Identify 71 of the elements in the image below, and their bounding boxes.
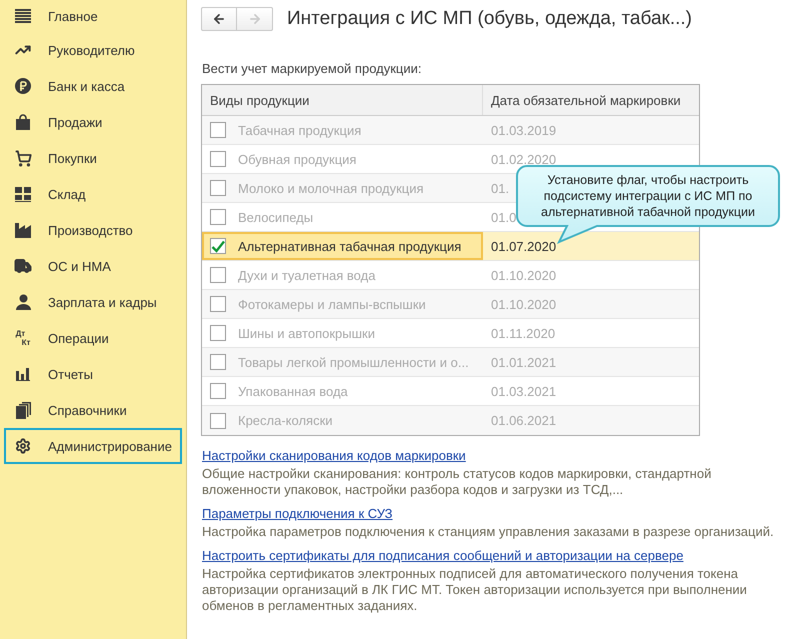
arrow-left-icon: [212, 12, 226, 26]
product-name: Фотокамеры и лампы-вспышки: [238, 296, 426, 312]
product-name: Товары легкой промышленности и о...: [238, 354, 469, 370]
grid-icon: [15, 186, 31, 202]
product-name: Упакованная вода: [238, 384, 348, 398]
cart-icon: [14, 150, 32, 166]
checkbox[interactable]: [210, 383, 226, 399]
back-button[interactable]: [201, 7, 237, 31]
settings-link[interactable]: Настроить сертификаты для подписания сообщений и авторизации на сервере: [202, 548, 684, 563]
sidebar-item[interactable]: Дт Кт Операции: [4, 320, 182, 356]
sidebar-item[interactable]: Зарплата и кадры: [4, 284, 182, 320]
sidebar-item[interactable]: Покупки: [4, 140, 182, 176]
link-description: Общие настройки сканирования: контроль статусов кодов маркировки, стандартной вложенности упаковок, настройки разбора кодов и загрузки из ТСД,...: [202, 466, 712, 498]
date-text: 01.10.2020: [491, 296, 556, 312]
product-name: Шины и автопокрышки: [238, 326, 375, 340]
product-name: Обувная продукция: [238, 152, 356, 166]
checkbox[interactable]: [210, 180, 226, 196]
person-icon: [16, 294, 30, 310]
checkbox[interactable]: [210, 151, 226, 167]
sidebar-item[interactable]: Руководителю: [4, 32, 182, 68]
date-text: 01.07.2020: [491, 238, 556, 254]
bag-icon: [16, 114, 30, 130]
settings-link[interactable]: Параметры подключения к СУЗ: [202, 506, 393, 521]
date-text: 01.06.2021: [491, 413, 556, 428]
sidebar-item[interactable]: Производство: [4, 212, 182, 248]
section-label: Вести учет маркируемой продукции:: [202, 61, 422, 76]
date-text: 01.: [491, 180, 510, 196]
sidebar-item[interactable]: Главное: [4, 0, 182, 32]
product-name: Табачная продукция: [238, 122, 362, 138]
checkbox[interactable]: [210, 238, 226, 254]
checkbox[interactable]: [210, 296, 226, 312]
date-text: 01.11.2020: [491, 326, 556, 340]
settings-link[interactable]: Настройки сканирования кодов маркировки: [202, 448, 466, 463]
checkbox[interactable]: [210, 325, 226, 341]
list-icon: [15, 9, 31, 23]
sidebar-item[interactable]: Банк и касса: [4, 68, 182, 104]
date-text: 01.10.2020: [491, 268, 556, 282]
product-name: Кресла-коляски: [238, 413, 333, 428]
debit-credit-icon: Дт Кт: [16, 329, 30, 347]
column-header[interactable]: Дата обязательной маркировки: [483, 85, 699, 115]
date-text: 01.03.2021: [491, 384, 556, 398]
checkbox[interactable]: [210, 122, 226, 138]
date-text: 01.02.2020: [491, 152, 556, 166]
sidebar-item[interactable]: Администрирование: [4, 428, 182, 464]
product-name: Молоко и молочная продукция: [238, 180, 424, 196]
truck-icon: [14, 257, 32, 275]
product-name: Велосипеды: [238, 210, 314, 224]
date-text: 01.0: [491, 210, 516, 224]
link-description: Настройка сертификатов электронных подписей для автоматического получения токена авторизации организаций в ЛК ГИС МТ. Токен авторизации используется при выполнении обменов в регламентных заданиях.: [202, 566, 748, 614]
page-title: Интеграция с ИС МП (обувь, одежда, табак...): [287, 8, 692, 30]
sidebar-item[interactable]: ОС и НМА: [4, 248, 182, 284]
checkbox[interactable]: [210, 412, 226, 428]
bar-chart-icon: [16, 368, 30, 380]
books-icon: [16, 402, 30, 418]
sidebar-item[interactable]: Отчеты: [4, 356, 182, 392]
product-name: Альтернативная табачная продукция: [238, 238, 462, 254]
checkbox[interactable]: [210, 209, 226, 225]
product-name: Духи и туалетная вода: [238, 268, 376, 282]
table-row[interactable]: Альтернативная табачная продукция 01.07.2020: [202, 232, 699, 261]
sidebar-item[interactable]: Продажи: [4, 104, 182, 140]
date-text: 01.01.2021: [491, 354, 556, 370]
factory-icon: [15, 222, 31, 238]
ruble-coin-icon: [15, 78, 31, 94]
date-text: 01.03.2019: [491, 122, 556, 138]
settings-icon: [15, 438, 31, 454]
column-header[interactable]: Виды продукции: [202, 85, 483, 115]
sidebar-item[interactable]: Склад: [4, 176, 182, 212]
sidebar-item[interactable]: Справочники: [4, 392, 182, 428]
checkbox[interactable]: [210, 267, 226, 283]
link-description: Настройка параметров подключения к станциям управления заказами в разрезе организаций.: [202, 524, 775, 540]
checkbox[interactable]: [210, 354, 226, 370]
